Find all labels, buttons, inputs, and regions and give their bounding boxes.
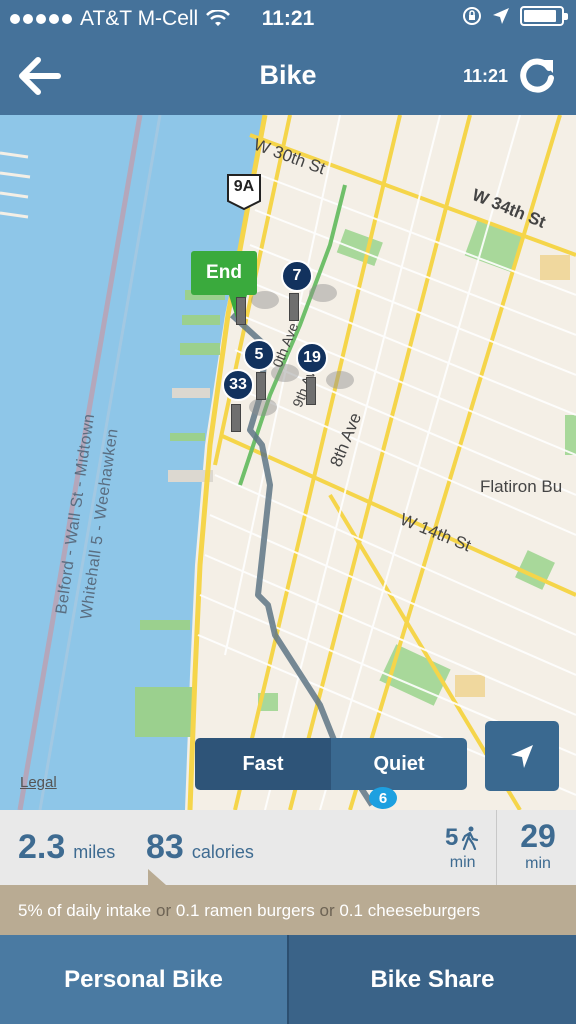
intake-or: or <box>319 901 335 920</box>
tab-bike-share[interactable]: Bike Share <box>289 935 576 1024</box>
rotation-lock-icon <box>463 7 481 25</box>
refresh-icon <box>520 58 554 93</box>
battery-icon <box>520 6 568 26</box>
tab-personal-bike[interactable]: Personal Bike <box>0 935 289 1024</box>
navigation-bar: Bike 11:21 <box>0 38 576 115</box>
route-badge: 6 <box>369 787 397 809</box>
daily-intake-banner: 5% of daily intake or 0.1 ramen burgers … <box>0 869 576 935</box>
station-post <box>289 293 299 321</box>
bike-time-value: 29 <box>520 818 556 854</box>
intake-ramen: 0.1 ramen burgers <box>175 901 315 920</box>
intake-or: or <box>155 901 172 920</box>
legal-link[interactable]: Legal <box>20 774 57 791</box>
status-bar: AT&T M-Cell 11:21 <box>0 0 576 38</box>
bike-time-stat: 29 min <box>508 818 568 873</box>
calories-unit: calories <box>191 842 254 862</box>
bike-time-unit: min <box>525 855 551 872</box>
landmark-label-flatiron: Flatiron Bu <box>480 477 563 496</box>
walk-time-unit: min <box>449 854 476 871</box>
bike-station-marker[interactable]: 33 <box>222 369 254 401</box>
station-post <box>256 372 266 400</box>
route-type-toggle: Fast Quiet <box>195 738 467 790</box>
bottom-tab-bar: Personal Bike Bike Share <box>0 935 576 1024</box>
distance-stat: 2.3 miles <box>18 828 115 867</box>
bike-station-marker[interactable]: 5 <box>243 339 275 371</box>
intake-cheeseburger: 0.1 cheeseburgers <box>339 901 481 920</box>
calories-stat: 83 calories <box>146 828 254 867</box>
bike-station-marker[interactable]: 19 <box>296 342 328 374</box>
station-post <box>306 377 316 405</box>
station-post <box>231 404 241 432</box>
locate-me-button[interactable] <box>485 721 559 791</box>
nav-time: 11:21 <box>462 66 508 86</box>
location-arrow-icon <box>493 8 509 24</box>
highway-shield-label: 9A <box>233 178 255 195</box>
map-view[interactable]: W 30th St W 34th St W 14th St 8th Ave 9t… <box>0 115 576 810</box>
distance-unit: miles <box>73 842 116 862</box>
station-post <box>236 297 246 325</box>
quiet-route-button[interactable]: Quiet <box>331 738 467 790</box>
fast-route-button[interactable]: Fast <box>195 738 331 790</box>
walk-time-stat: 5 min <box>445 824 480 872</box>
calories-value: 83 <box>146 828 184 866</box>
distance-value: 2.3 <box>18 828 66 866</box>
stats-divider <box>496 810 497 885</box>
bike-station-marker[interactable]: 7 <box>281 260 313 292</box>
trip-stats: 2.3 miles 83 calories 5 min 29 min <box>0 810 576 885</box>
walking-person-icon <box>462 826 479 850</box>
intake-percent: 5% of daily intake <box>18 901 152 920</box>
end-pin[interactable]: End <box>191 251 257 325</box>
status-right <box>462 6 568 26</box>
location-arrow-icon <box>511 745 533 768</box>
walk-time-value: 5 <box>445 824 459 851</box>
refresh-button[interactable] <box>518 56 556 94</box>
